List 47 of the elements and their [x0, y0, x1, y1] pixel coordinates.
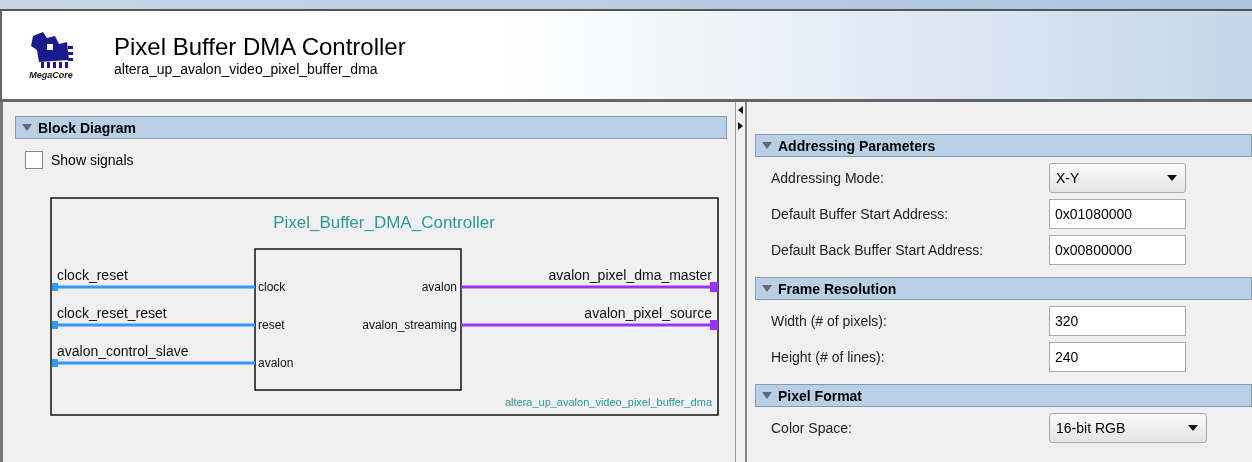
field-label: Addressing Mode:	[771, 170, 885, 186]
logo-wordmark: MegaCore	[29, 70, 73, 80]
section-header[interactable]: Pixel Format	[755, 384, 1252, 407]
checkbox-label: Show signals	[51, 152, 134, 168]
port-label: avalon_streaming	[362, 318, 457, 332]
collapse-triangle-icon[interactable]	[762, 284, 772, 293]
dropdown[interactable]: 16-bit RGB	[1049, 413, 1207, 443]
caret-icon	[1167, 175, 1177, 181]
instance-label: altera_up_avalon_video_pixel_buffer_dma	[504, 396, 712, 408]
input-field[interactable]: 240	[1049, 342, 1186, 372]
port-label: avalon	[421, 280, 457, 294]
component-name: altera_up_avalon_video_pixel_buffer_dma	[114, 61, 379, 77]
signal-label: avalon_pixel_dma_master	[548, 267, 712, 283]
section-header[interactable]: Block Diagram	[15, 116, 727, 139]
diagram-title: Pixel_Buffer_DMA_Controller	[273, 213, 495, 232]
collapse-left-icon[interactable]	[738, 106, 743, 114]
show-signals-checkbox[interactable]: Show signals	[25, 151, 727, 169]
field-label: Width (# of pixels):	[771, 313, 888, 329]
port-label: avalon	[258, 356, 294, 370]
signal-label: clock_reset	[57, 267, 128, 283]
field-label: Color Space:	[771, 420, 853, 436]
checkbox[interactable]	[25, 151, 43, 169]
section-title: Frame Resolution	[778, 280, 897, 297]
caret-icon	[1188, 425, 1198, 431]
field-label: Default Buffer Start Address:	[771, 206, 950, 222]
port-label: reset	[258, 318, 285, 332]
section-title: Addressing Parameters	[778, 137, 936, 154]
field-label: Height (# of lines):	[771, 349, 886, 365]
dialog-title: Pixel Buffer DMA Controller	[114, 33, 406, 61]
expand-right-icon[interactable]	[738, 122, 743, 130]
section-header[interactable]: Addressing Parameters	[755, 134, 1252, 157]
dropdown[interactable]: X-Y	[1049, 163, 1186, 193]
signal-label: avalon_pixel_source	[584, 305, 712, 321]
section-header[interactable]: Frame Resolution	[755, 277, 1252, 300]
port-label: clock	[258, 280, 286, 294]
section-title: Block Diagram	[38, 119, 137, 136]
input-field[interactable]: 0x00800000	[1049, 235, 1186, 265]
collapse-triangle-icon[interactable]	[762, 141, 772, 150]
input-field[interactable]: 0x01080000	[1049, 199, 1186, 229]
section-title: Pixel Format	[778, 387, 863, 404]
input-field[interactable]: 320	[1049, 306, 1186, 336]
chip-logo-icon	[29, 30, 73, 70]
signal-label: avalon_control_slave	[57, 343, 189, 359]
signal-label: clock_reset_reset	[57, 305, 167, 321]
field-label: Default Back Buffer Start Address:	[771, 242, 985, 258]
collapse-triangle-icon[interactable]	[22, 123, 32, 132]
collapse-triangle-icon[interactable]	[762, 391, 772, 400]
